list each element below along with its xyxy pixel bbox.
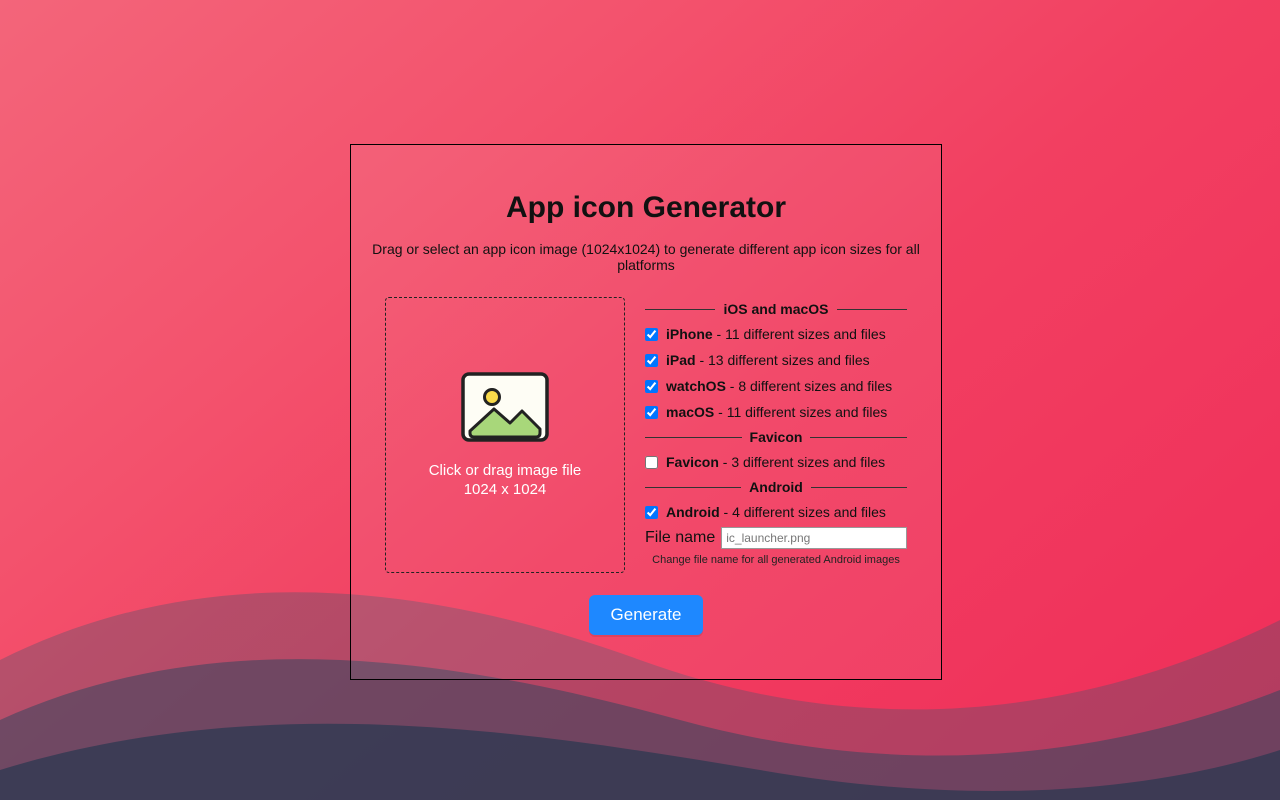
generate-button[interactable]: Generate: [589, 595, 704, 635]
image-dropzone[interactable]: Click or drag image file 1024 x 1024: [385, 297, 625, 573]
option-favicon[interactable]: Favicon - 3 different sizes and files: [645, 449, 907, 475]
page-subtitle: Drag or select an app icon image (1024x1…: [351, 241, 941, 273]
checkbox-ipad[interactable]: [645, 354, 658, 367]
option-macos[interactable]: macOS - 11 different sizes and files: [645, 399, 907, 425]
app-panel: App icon Generator Drag or select an app…: [350, 144, 942, 680]
option-watchos[interactable]: watchOS - 8 different sizes and files: [645, 373, 907, 399]
group-android: Android: [645, 479, 907, 495]
option-ipad[interactable]: iPad - 13 different sizes and files: [645, 347, 907, 373]
filename-hint: Change file name for all generated Andro…: [645, 554, 907, 566]
group-ios-macos: iOS and macOS: [645, 301, 907, 317]
option-android[interactable]: Android - 4 different sizes and files: [645, 499, 907, 525]
page-title: App icon Generator: [351, 191, 941, 225]
checkbox-watchos[interactable]: [645, 380, 658, 393]
checkbox-macos[interactable]: [645, 406, 658, 419]
group-favicon: Favicon: [645, 429, 907, 445]
dropzone-text: Click or drag image file 1024 x 1024: [429, 461, 582, 500]
filename-label: File name: [645, 529, 715, 547]
image-placeholder-icon: [460, 371, 550, 443]
option-iphone[interactable]: iPhone - 11 different sizes and files: [645, 321, 907, 347]
options-column: iOS and macOS iPhone - 11 different size…: [645, 297, 907, 573]
checkbox-iphone[interactable]: [645, 328, 658, 341]
filename-input[interactable]: [721, 527, 907, 549]
checkbox-android[interactable]: [645, 506, 658, 519]
checkbox-favicon[interactable]: [645, 456, 658, 469]
